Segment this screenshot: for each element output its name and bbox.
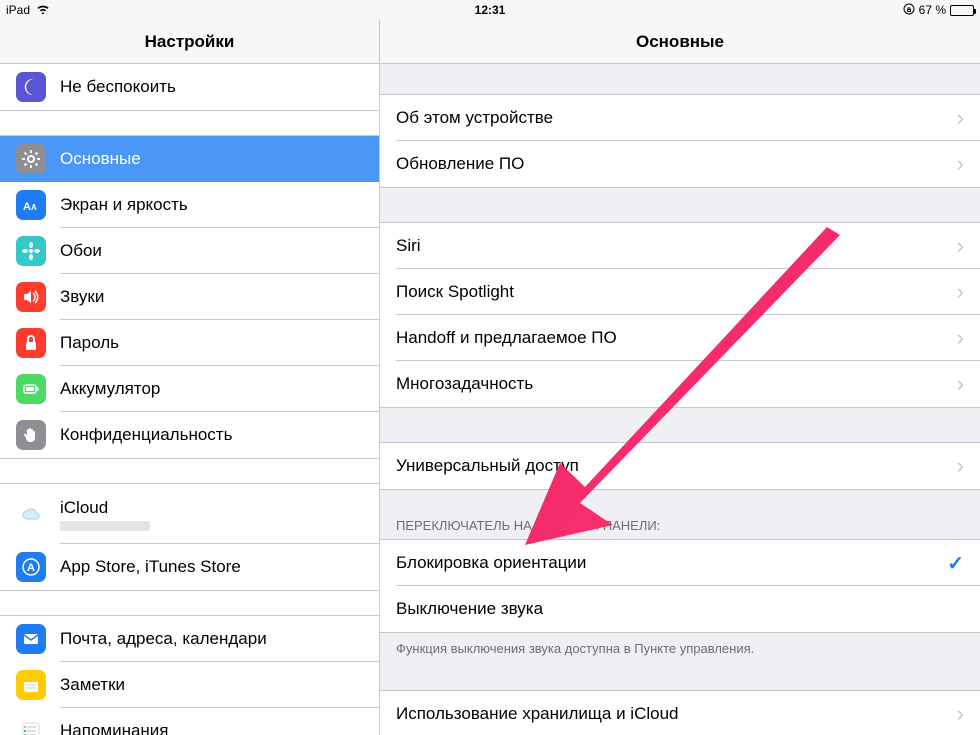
sidebar-item-icloud[interactable]: iCloud (0, 484, 379, 544)
chevron-right-icon: › (957, 281, 964, 303)
moon-icon (16, 72, 46, 102)
sidebar-item-privacy[interactable]: Конфиденциальность (0, 412, 379, 458)
sidebar-item-label: Конфиденциальность (60, 425, 232, 445)
battery-icon (16, 374, 46, 404)
detail-row-storage[interactable]: Использование хранилища и iCloud› (380, 691, 980, 735)
hand-icon (16, 420, 46, 450)
chevron-right-icon: › (957, 235, 964, 257)
reminders-icon (16, 716, 46, 735)
sidebar-item-reminders[interactable]: Напоминания (0, 708, 379, 735)
device-label: iPad (6, 3, 30, 17)
svg-text:A: A (27, 562, 35, 574)
detail-row-handoff[interactable]: Handoff и предлагаемое ПО› (380, 315, 980, 361)
sidebar-item-label: Звуки (60, 287, 104, 307)
mail-icon (16, 624, 46, 654)
sidebar-item-label: Заметки (60, 675, 125, 695)
detail-row-accessibility[interactable]: Универсальный доступ› (380, 443, 980, 489)
sidebar-item-label: iCloud (60, 498, 150, 518)
sidebar-item-dnd[interactable]: Не беспокоить (0, 64, 379, 110)
detail-row-update[interactable]: Обновление ПО› (380, 141, 980, 187)
speaker-icon (16, 282, 46, 312)
sidebar-item-label: Пароль (60, 333, 119, 353)
sidebar-item-label: Основные (60, 149, 141, 169)
wifi-icon (36, 3, 50, 17)
sidebar-item-label: Экран и яркость (60, 195, 188, 215)
status-bar: iPad 12:31 67 % (0, 0, 980, 20)
detail-row-multitask[interactable]: Многозадачность› (380, 361, 980, 407)
checkmark-icon: ✓ (947, 551, 964, 576)
sidebar-item-appstore[interactable]: A App Store, iTunes Store (0, 544, 379, 590)
sidebar-item-sounds[interactable]: Звуки (0, 274, 379, 320)
detail-scroll[interactable]: Об этом устройстве›Обновление ПО›Siri›По… (380, 64, 980, 735)
detail-row-mute[interactable]: Выключение звука (380, 586, 980, 632)
chevron-right-icon: › (957, 373, 964, 395)
sidebar-item-label: Почта, адреса, календари (60, 629, 267, 649)
chevron-right-icon: › (957, 703, 964, 725)
sidebar-title: Настройки (0, 20, 379, 64)
detail-row-label: Handoff и предлагаемое ПО (396, 328, 957, 348)
sidebar-item-battery[interactable]: Аккумулятор (0, 366, 379, 412)
textsize-icon: AA (16, 190, 46, 220)
group-footer: Функция выключения звука доступна в Пунк… (380, 633, 980, 656)
chevron-right-icon: › (957, 327, 964, 349)
sidebar-item-display[interactable]: AA Экран и яркость (0, 182, 379, 228)
detail-row-spotlight[interactable]: Поиск Spotlight› (380, 269, 980, 315)
sidebar-item-wallpaper[interactable]: Обои (0, 228, 379, 274)
sidebar-item-label: Не беспокоить (60, 77, 176, 97)
detail-row-lockrotation[interactable]: Блокировка ориентации✓ (380, 540, 980, 586)
detail-row-label: Многозадачность (396, 374, 957, 394)
svg-text:A: A (23, 201, 31, 213)
sidebar-item-general[interactable]: Основные (0, 136, 379, 182)
detail-row-about[interactable]: Об этом устройстве› (380, 95, 980, 141)
detail-title: Основные (380, 20, 980, 64)
detail-row-label: Выключение звука (396, 599, 964, 619)
detail-row-label: Использование хранилища и iCloud (396, 704, 957, 724)
detail-row-label: Об этом устройстве (396, 108, 957, 128)
icloud-account-redacted (60, 521, 150, 531)
chevron-right-icon: › (957, 455, 964, 477)
sidebar-item-label: Обои (60, 241, 102, 261)
detail-row-label: Блокировка ориентации (396, 553, 947, 573)
clock: 12:31 (475, 3, 506, 17)
detail-row-label: Универсальный доступ (396, 456, 957, 476)
sidebar-scroll[interactable]: Не беспокоитьОсновныеAAЭкран и яркостьОб… (0, 64, 379, 735)
flower-icon (16, 236, 46, 266)
battery-icon (950, 5, 974, 16)
cloud-icon (16, 499, 46, 529)
sidebar-item-label: Аккумулятор (60, 379, 160, 399)
sidebar-item-label: Напоминания (60, 721, 169, 735)
chevron-right-icon: › (957, 107, 964, 129)
detail-row-label: Обновление ПО (396, 154, 957, 174)
sidebar-item-passcode[interactable]: Пароль (0, 320, 379, 366)
detail-pane: Основные Об этом устройстве›Обновление П… (380, 20, 980, 735)
settings-sidebar: Настройки Не беспокоитьОсновныеAAЭкран и… (0, 20, 380, 735)
svg-text:A: A (31, 203, 37, 212)
appstore-icon: A (16, 552, 46, 582)
sidebar-item-label: App Store, iTunes Store (60, 557, 241, 577)
sidebar-item-notes[interactable]: Заметки (0, 662, 379, 708)
battery-percent: 67 % (919, 3, 946, 17)
detail-row-label: Поиск Spotlight (396, 282, 957, 302)
sidebar-item-mail[interactable]: Почта, адреса, календари (0, 616, 379, 662)
detail-row-siri[interactable]: Siri› (380, 223, 980, 269)
orientation-lock-icon (903, 3, 915, 18)
chevron-right-icon: › (957, 153, 964, 175)
gear-icon (16, 144, 46, 174)
detail-row-label: Siri (396, 236, 957, 256)
lock-icon (16, 328, 46, 358)
group-header: ПЕРЕКЛЮЧАТЕЛЬ НА БОКОВОЙ ПАНЕЛИ: (380, 518, 980, 539)
notes-icon (16, 670, 46, 700)
